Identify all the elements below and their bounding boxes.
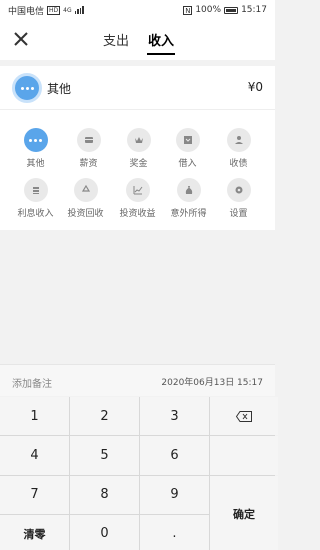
amount-value: ¥0 <box>247 80 263 94</box>
key-7[interactable]: 7 <box>0 475 69 514</box>
category-label: 奖金 <box>129 159 148 169</box>
network-label: 4G <box>63 6 72 14</box>
category-settings[interactable]: 设置 <box>211 178 266 219</box>
key-dot[interactable]: . <box>140 514 209 550</box>
category-label: 意外所得 <box>170 209 207 219</box>
card-icon <box>76 128 101 152</box>
selected-category-name: 其他 <box>47 82 72 96</box>
hand-person-icon <box>226 128 251 152</box>
category-label: 利息收入 <box>17 209 54 219</box>
category-grid: 其他 薪资 奖金 借入 收债 利息收入 投资回收 投资收益 意外所得 设置 <box>0 110 275 230</box>
tab-underline <box>147 53 175 55</box>
category-label: 投资收益 <box>119 209 156 219</box>
key-6[interactable]: 6 <box>140 436 209 475</box>
key-3[interactable]: 3 <box>140 397 209 436</box>
category-interest[interactable]: 利息收入 <box>8 178 63 219</box>
carrier-label: 中国电信 <box>8 6 45 17</box>
backspace-button[interactable] <box>210 397 278 436</box>
date-picker[interactable]: 2020年06月13日 15:17 <box>161 375 263 388</box>
note-input[interactable]: 添加备注 <box>12 375 52 390</box>
category-label: 收债 <box>229 159 248 169</box>
category-label: 其他 <box>26 159 45 169</box>
coin-stack-icon <box>23 178 48 202</box>
key-5[interactable]: 5 <box>70 436 139 475</box>
key-empty <box>210 436 278 475</box>
key-9[interactable]: 9 <box>140 475 209 514</box>
tab-income[interactable]: 收入 <box>148 30 174 49</box>
amount-row: 其他 ¥0 <box>0 66 275 110</box>
line-chart-icon <box>125 178 150 202</box>
key-2[interactable]: 2 <box>70 397 139 436</box>
status-bar: 中国电信 HD 4G N 100% 15:17 <box>0 0 275 20</box>
key-4[interactable]: 4 <box>0 436 69 475</box>
signal-icon <box>74 6 84 14</box>
key-0[interactable]: 0 <box>70 514 139 550</box>
clock: 15:17 <box>241 5 267 15</box>
category-investment-income[interactable]: 投资收益 <box>110 178 165 219</box>
note-row: 添加备注 2020年06月13日 15:17 <box>0 364 275 396</box>
confirm-button[interactable]: 确定 <box>210 475 278 550</box>
category-label: 投资回收 <box>67 209 104 219</box>
key-8[interactable]: 8 <box>70 475 139 514</box>
recycle-icon <box>73 178 98 202</box>
nfc-icon: N <box>183 5 193 15</box>
category-windfall[interactable]: 意外所得 <box>161 178 216 219</box>
tab-expense[interactable]: 支出 <box>103 30 129 49</box>
money-bag-icon <box>176 178 201 202</box>
top-bar: 支出 收入 <box>0 20 275 60</box>
crown-icon <box>126 128 151 152</box>
category-salary[interactable]: 薪资 <box>61 128 116 169</box>
clear-button[interactable]: 清零 <box>0 514 69 550</box>
category-other[interactable]: 其他 <box>8 128 63 169</box>
backspace-icon <box>236 410 252 422</box>
category-label: 设置 <box>229 209 248 219</box>
battery-icon <box>224 6 239 14</box>
category-bonus[interactable]: 奖金 <box>111 128 166 169</box>
category-label: 借入 <box>178 159 197 169</box>
gear-icon <box>226 178 251 202</box>
category-collect-debt[interactable]: 收债 <box>211 128 266 169</box>
box-in-icon <box>175 128 200 152</box>
hd-badge: HD <box>47 5 61 15</box>
more-icon <box>23 128 48 152</box>
key-1[interactable]: 1 <box>0 397 69 436</box>
category-label: 薪资 <box>79 159 98 169</box>
category-investment-return[interactable]: 投资回收 <box>58 178 113 219</box>
category-borrow[interactable]: 借入 <box>160 128 215 169</box>
battery-percent: 100% <box>195 5 222 15</box>
close-icon[interactable] <box>10 28 32 50</box>
numeric-keypad: 1 2 3 4 5 6 7 8 9 确定 清零 0 . <box>0 397 278 550</box>
more-icon <box>12 73 42 103</box>
